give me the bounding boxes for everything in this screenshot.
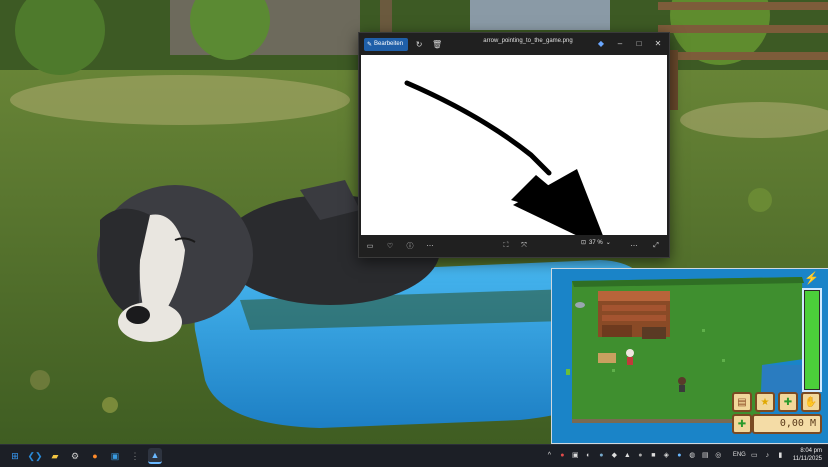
zoom-level: 37 % — [589, 239, 603, 246]
energy-fill — [805, 291, 819, 389]
battery-icon[interactable]: ▮ — [776, 451, 785, 460]
settings-icon[interactable]: ⚙ — [68, 449, 82, 463]
favorite-icon[interactable]: ♡ — [383, 239, 397, 253]
minimize-icon[interactable]: – — [613, 36, 627, 50]
clock-time: 8:04 pm — [800, 448, 822, 454]
tray-app-icon[interactable]: ● — [636, 451, 645, 460]
star-icon: ★ — [760, 396, 770, 408]
tray-app-icon[interactable]: ◍ — [688, 451, 697, 460]
tray-app-icon[interactable]: ▤ — [701, 451, 710, 460]
plus-icon: ✚ — [783, 396, 793, 408]
close-icon[interactable]: ✕ — [651, 36, 665, 50]
zoom-fit-icon[interactable]: ⊡ — [581, 239, 586, 246]
arrow-image — [404, 80, 603, 235]
energy-icon: ⚡ — [804, 271, 819, 285]
interact-button[interactable]: ✋ — [801, 392, 821, 412]
money-display: 0,00 M — [752, 414, 822, 434]
file-explorer-icon[interactable]: ▰ — [48, 449, 62, 463]
more-options-icon[interactable]: ⋯ — [627, 239, 641, 253]
store-icon[interactable]: ▣ — [108, 449, 122, 463]
display-icon[interactable]: ▭ — [750, 451, 759, 460]
delete-icon[interactable]: 🗑 — [430, 37, 444, 51]
viewer-bottombar: ▭ ♡ ⓘ ⋯ ⛶ ⤧ ⊡ 37 % ⌄ ⋯ ⤢ — [359, 235, 669, 257]
tray-app-icon[interactable]: ■ — [649, 451, 658, 460]
language-indicator[interactable]: ENG — [733, 452, 746, 458]
achievements-button[interactable]: ★ — [755, 392, 775, 412]
chevron-down-icon[interactable]: ⌄ — [606, 239, 611, 246]
chest-icon: ▤ — [737, 396, 747, 408]
separator-icon: ⋮ — [130, 450, 140, 461]
tray-app-icon[interactable]: ▣ — [571, 451, 580, 460]
tray-app-icon[interactable]: ● — [675, 451, 684, 460]
fit-icon[interactable]: ⛶ — [499, 239, 513, 253]
edit-button-label: Bearbeiten — [374, 41, 404, 47]
tray-app-icon[interactable]: ◈ — [662, 451, 671, 460]
windows-start-icon[interactable]: ⊞ — [8, 449, 22, 463]
crop-icon[interactable]: ⤧ — [517, 239, 531, 253]
zoom-control[interactable]: ⊡ 37 % ⌄ — [581, 239, 611, 247]
edit-button[interactable]: ✎ Bearbeiten — [364, 37, 409, 51]
edit-icon: ✎ — [367, 41, 373, 48]
vscode-icon[interactable]: ❮❯ — [27, 449, 42, 463]
overflow-icon[interactable]: ^ — [545, 451, 554, 460]
file-name: arrow_pointing_to_the_game.png — [483, 38, 573, 44]
energy-bar — [802, 288, 822, 392]
filmstrip-icon[interactable]: ▭ — [363, 239, 377, 253]
image-canvas — [361, 55, 667, 235]
clock[interactable]: 8:04 pm 11/11/2025 — [793, 447, 822, 463]
inventory-button[interactable]: ▤ — [732, 392, 752, 412]
taskbar: ⊞ ❮❯ ▰ ⚙ ● ▣ ⋮ ▲ ^ ● ▣ ◐ ● ◆ ▲ ● ■ ◈ ● ◍… — [0, 444, 828, 467]
viewer-titlebar: ✎ Bearbeiten ↻ 🗑 arrow_pointing_to_the_g… — [359, 33, 669, 55]
tray-app-icon[interactable]: ◎ — [714, 451, 723, 460]
tray-app-icon[interactable]: ▲ — [623, 451, 632, 460]
rotate-icon[interactable]: ↻ — [412, 37, 426, 51]
maximize-icon[interactable]: □ — [632, 36, 646, 50]
plus-icon: ✚ — [737, 418, 747, 430]
tray-app-icon[interactable]: ● — [597, 451, 606, 460]
tray-app-icon[interactable]: ◆ — [610, 451, 619, 460]
info-icon[interactable]: ⓘ — [403, 239, 417, 253]
add-button[interactable]: ✚ — [778, 392, 798, 412]
more-icon[interactable]: ⋯ — [423, 239, 437, 253]
clock-date: 11/11/2025 — [792, 456, 822, 462]
photos-viewer-window[interactable]: ✎ Bearbeiten ↻ 🗑 arrow_pointing_to_the_g… — [358, 32, 670, 258]
photos-icon[interactable]: ▲ — [148, 448, 162, 464]
copilot-icon[interactable]: ◆ — [594, 36, 608, 50]
fullscreen-icon[interactable]: ⤢ — [649, 239, 663, 253]
tray-app-icon[interactable]: ◐ — [584, 451, 593, 460]
hand-icon: ✋ — [804, 396, 818, 408]
firefox-icon[interactable]: ● — [88, 449, 102, 463]
tray-app-icon[interactable]: ● — [558, 451, 567, 460]
add-money-button[interactable]: ✚ — [732, 414, 752, 434]
system-tray: ^ ● ▣ ◐ ● ◆ ▲ ● ■ ◈ ● ◍ ▤ ◎ ENG ▭ ♪ ▮ 8:… — [545, 447, 822, 463]
volume-icon[interactable]: ♪ — [763, 451, 772, 460]
